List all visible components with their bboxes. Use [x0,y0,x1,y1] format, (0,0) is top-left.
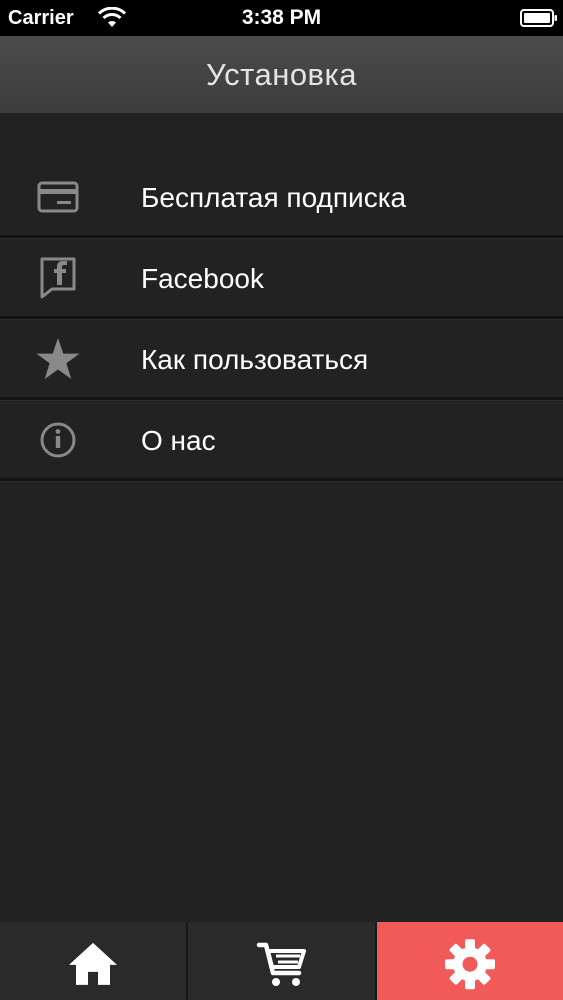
battery-icon [520,9,557,27]
tab-bar [0,922,563,1000]
menu-item-label: Бесплатая подписка [141,182,407,213]
tab-home[interactable] [0,922,188,1000]
status-bar: Carrier 3:38 PM [0,0,563,36]
tab-cart[interactable] [188,922,377,1000]
cart-icon [256,942,306,986]
menu-item-label: Facebook [141,263,264,294]
home-icon [69,942,117,985]
menu-item-label: О нас [141,425,216,456]
menu-item-facebook[interactable]: Facebook [0,239,563,319]
page-title: Установка [205,57,358,92]
status-time: 3:38 PM [241,6,322,29]
star-icon [36,338,80,379]
settings-menu-list: Бесплатая подписка Facebook Как пользова… [0,158,563,482]
settings-screen: Carrier 3:38 PM Установка Бесплатая подп… [0,0,563,1000]
menu-item-label: Как пользоваться [141,344,369,375]
credit-card-icon [37,181,79,213]
menu-item-free-subscription[interactable]: Бесплатая подписка [0,158,563,238]
tab-settings[interactable] [377,922,563,1000]
menu-item-about-us[interactable]: О нас [0,401,563,481]
facebook-icon [40,257,76,299]
menu-item-how-to-use[interactable]: Как пользоваться [0,320,563,400]
navigation-bar: Установка [0,36,563,113]
info-icon [40,422,76,458]
gear-icon [445,939,495,990]
